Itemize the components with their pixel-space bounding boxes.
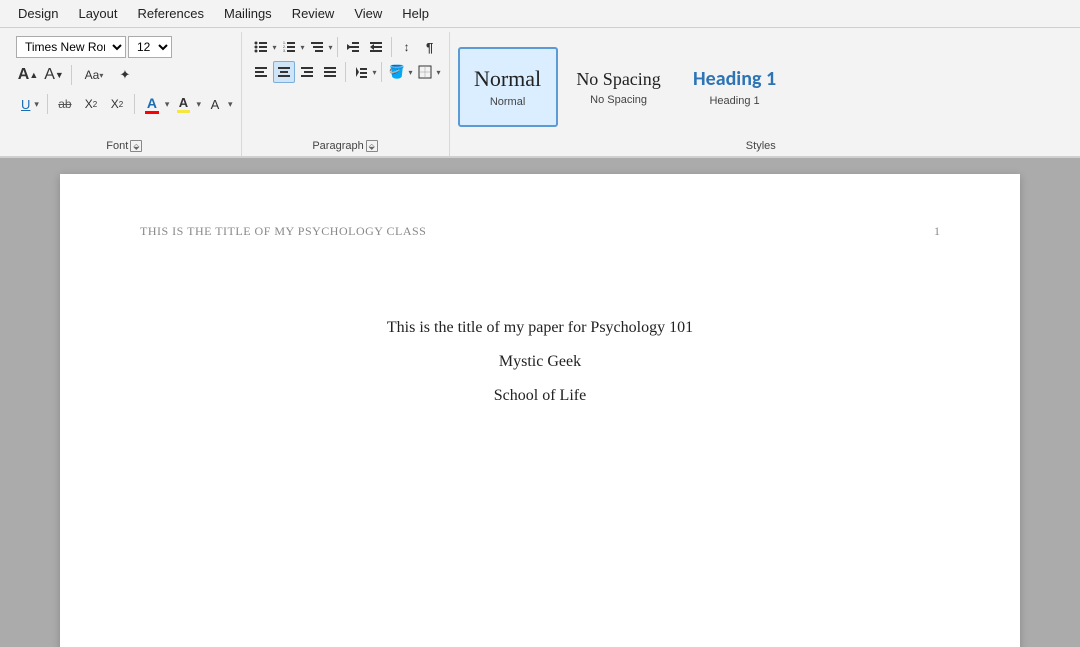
align-left-button[interactable] <box>250 61 272 83</box>
menu-layout[interactable]: Layout <box>68 2 127 25</box>
page-header: THIS IS THE TITLE OF MY PSYCHOLOGY CLASS… <box>140 224 940 239</box>
styles-group-label: Styles <box>458 140 1064 154</box>
font-group-label: Font ⬙ <box>16 140 233 154</box>
menu-help[interactable]: Help <box>392 2 439 25</box>
style-no-spacing-button[interactable]: No Spacing No Spacing <box>564 47 674 127</box>
page-number: 1 <box>934 224 940 239</box>
multilevel-button[interactable] <box>306 36 328 58</box>
shading-btn-group: A ▾ <box>203 92 233 116</box>
running-head: THIS IS THE TITLE OF MY PSYCHOLOGY CLASS <box>140 224 426 239</box>
normal-label: Normal <box>490 96 525 108</box>
paragraph-label-text: Paragraph <box>312 140 363 152</box>
ribbon: Times New Roman 12 A▲ A▼ Aa ▾ ✦ U ▾ <box>0 28 1080 158</box>
change-case-button[interactable]: Aa ▾ <box>77 63 111 87</box>
paper-author[interactable]: Mystic Geek <box>499 353 581 371</box>
text-color-btn-group: A ▾ <box>140 92 170 116</box>
menu-review[interactable]: Review <box>282 2 345 25</box>
document-page: THIS IS THE TITLE OF MY PSYCHOLOGY CLASS… <box>60 174 1020 647</box>
underline-button[interactable]: U ▾ <box>16 96 42 113</box>
show-hide-button[interactable]: ¶ <box>419 36 441 58</box>
paragraph-row2: ▾ 🪣 ▾ ▾ <box>250 61 441 83</box>
numbering-btn-group: 1.2.3. ▾ <box>278 36 305 58</box>
strikethrough-button[interactable]: ab <box>53 92 77 116</box>
paper-institution[interactable]: School of Life <box>494 387 586 405</box>
bullets-button[interactable] <box>250 36 272 58</box>
menu-bar: Design Layout References Mailings Review… <box>0 0 1080 28</box>
grow-font-button[interactable]: A▲ <box>16 63 40 87</box>
document-body[interactable]: This is the title of my paper for Psycho… <box>140 319 940 405</box>
line-spacing-btn-group: ▾ <box>350 61 377 83</box>
shading2-btn-group: 🪣 ▾ <box>386 61 413 83</box>
shading2-button[interactable]: 🪣 <box>386 61 408 83</box>
multilevel-btn-group: ▾ <box>306 36 333 58</box>
line-spacing-button[interactable] <box>350 61 372 83</box>
menu-mailings[interactable]: Mailings <box>214 2 282 25</box>
align-center-button[interactable] <box>273 61 295 83</box>
shrink-font-button[interactable]: A▼ <box>42 63 66 87</box>
no-spacing-preview: No Spacing <box>576 69 661 90</box>
menu-references[interactable]: References <box>128 2 214 25</box>
menu-view[interactable]: View <box>344 2 392 25</box>
paper-title[interactable]: This is the title of my paper for Psycho… <box>387 319 693 337</box>
align-right-button[interactable] <box>296 61 318 83</box>
font-label-text: Font <box>106 140 128 152</box>
font-size-select[interactable]: 12 <box>128 36 172 58</box>
decrease-indent-button[interactable] <box>342 36 364 58</box>
increase-indent-button[interactable] <box>365 36 387 58</box>
paragraph-expand-icon[interactable]: ⬙ <box>366 140 378 152</box>
font-group: Times New Roman 12 A▲ A▼ Aa ▾ ✦ U ▾ <box>8 32 242 156</box>
no-spacing-label: No Spacing <box>590 94 647 106</box>
clear-formatting-button[interactable]: ✦ <box>113 63 137 87</box>
paragraph-row1: ▾ 1.2.3. ▾ ▾ <box>250 36 441 58</box>
styles-group: Normal Normal No Spacing No Spacing Head… <box>450 32 1072 156</box>
sort-button[interactable]: ↕ <box>396 36 418 58</box>
borders-button[interactable] <box>414 61 436 83</box>
shading-button[interactable]: A <box>203 92 227 116</box>
paragraph-group-label: Paragraph ⬙ <box>250 140 441 154</box>
highlight-btn-group: A ▾ <box>171 92 201 116</box>
justify-button[interactable] <box>319 61 341 83</box>
highlight-button[interactable]: A <box>171 92 195 116</box>
font-expand-icon[interactable]: ⬙ <box>130 140 142 152</box>
borders-btn-group: ▾ <box>414 61 441 83</box>
font-selector-row: Times New Roman 12 <box>16 36 172 58</box>
svg-text:3.: 3. <box>283 49 286 53</box>
font-format-row1: A▲ A▼ Aa ▾ ✦ <box>16 63 137 87</box>
heading1-preview: Heading 1 <box>693 67 776 91</box>
font-name-select[interactable]: Times New Roman <box>16 36 126 58</box>
heading1-label: Heading 1 <box>709 95 759 107</box>
document-container: THIS IS THE TITLE OF MY PSYCHOLOGY CLASS… <box>0 158 1080 647</box>
font-format-row2: U ▾ ab X2 X2 A ▾ A ▾ <box>16 92 233 116</box>
paragraph-group: ▾ 1.2.3. ▾ ▾ <box>242 32 450 156</box>
menu-design[interactable]: Design <box>8 2 68 25</box>
subscript-button[interactable]: X2 <box>79 92 103 116</box>
styles-label-text: Styles <box>746 140 776 152</box>
bullets-btn-group: ▾ <box>250 36 277 58</box>
superscript-button[interactable]: X2 <box>105 92 129 116</box>
text-color-button[interactable]: A <box>140 92 164 116</box>
normal-preview: Normal <box>474 66 541 92</box>
numbering-button[interactable]: 1.2.3. <box>278 36 300 58</box>
style-normal-button[interactable]: Normal Normal <box>458 47 558 127</box>
style-heading1-button[interactable]: Heading 1 Heading 1 <box>680 47 790 127</box>
